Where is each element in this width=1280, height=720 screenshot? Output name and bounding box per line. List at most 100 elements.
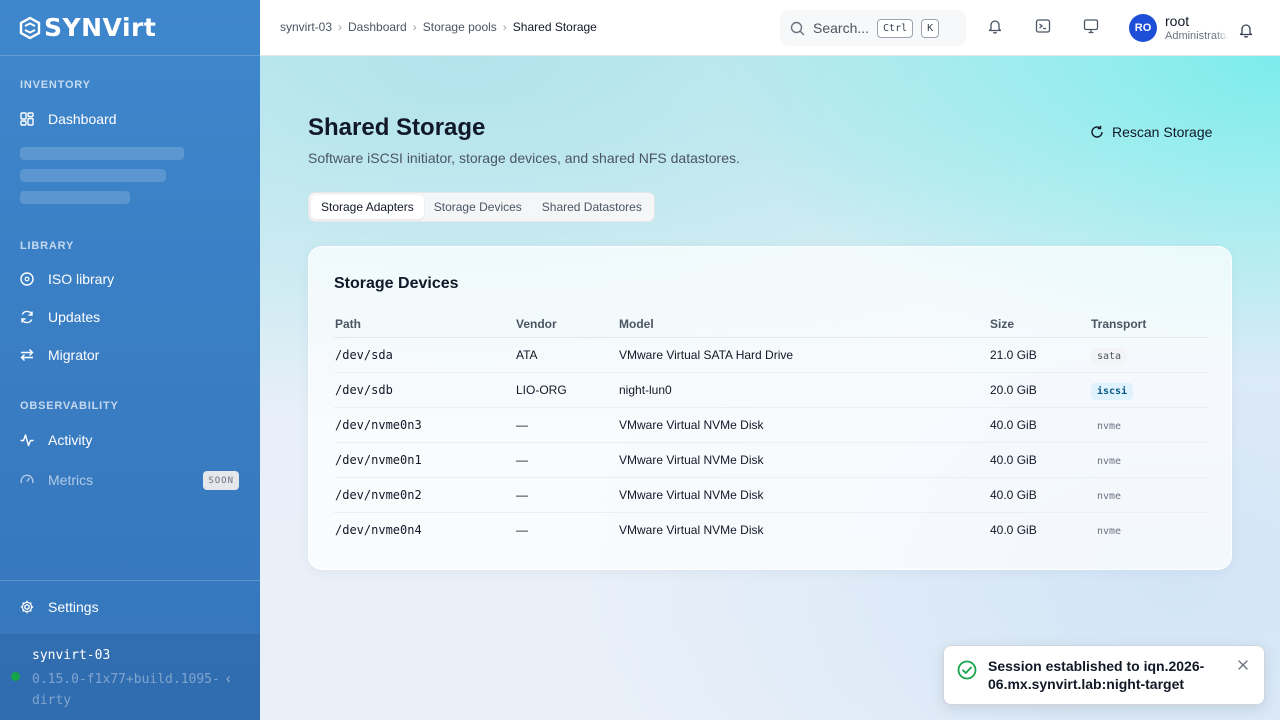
device-size: 40.0 GiB [990,522,1037,537]
device-transport-cell: nvme [1090,477,1208,513]
page-subtitle: Software iSCSI initiator, storage device… [308,150,740,166]
section-label-observability: OBSERVABILITY [20,400,119,412]
sidebar-item-settings[interactable]: Settings [8,589,252,625]
breadcrumb: synvirt-03 › Dashboard › Storage pools ›… [280,20,597,34]
avatar[interactable]: RO [1129,14,1157,42]
column-header-model: Model [618,311,989,338]
breadcrumb-separator: › [502,20,507,34]
rescan-storage-button[interactable]: Rescan Storage [1090,120,1212,144]
loading-skeleton [20,191,130,204]
host-name: synvirt-03 [32,648,111,663]
section-label-inventory: INVENTORY [20,79,91,91]
device-path: /dev/nvme0n1 [334,442,515,478]
divider [0,580,260,581]
sidebar-item-label: Activity [48,432,93,448]
search-input[interactable]: Search... Ctrl K [780,10,966,46]
topbar: synvirt-03 › Dashboard › Storage pools ›… [260,0,1280,56]
table-row[interactable]: /dev/nvme0n1 — VMware Virtual NVMe Disk … [334,442,1208,478]
tab-storage-devices[interactable]: Storage Devices [424,195,532,219]
collapse-chevron-icon[interactable]: ‹ [226,670,231,686]
breadcrumb-host[interactable]: synvirt-03 [280,20,332,34]
device-transport-cell: nvme [1090,442,1208,478]
soon-badge: SOON [203,470,239,490]
table-row[interactable]: /dev/nvme0n3 — VMware Virtual NVMe Disk … [334,407,1208,443]
device-path: /dev/sda [334,337,515,373]
monitor-icon [1083,19,1099,34]
bell-icon [1239,24,1253,38]
sidebar-item-label: Dashboard [48,111,117,127]
sidebar: SYNVirt INVENTORY Dashboard LIBRARY ISO … [0,0,260,720]
device-size: 21.0 GiB [989,337,1090,373]
column-header-vendor: Vendor [515,311,618,338]
column-header-transport: Transport [1090,311,1208,338]
terminal-button[interactable] [1035,18,1051,39]
device-vendor: — [515,477,618,513]
sidebar-item-dashboard[interactable]: Dashboard [8,101,252,137]
breadcrumb-separator: › [338,20,343,34]
sidebar-item-updates[interactable]: Updates [8,299,252,335]
host-version: 0.15.0-f1x77+build.1095-dirty [32,672,220,708]
console-button[interactable] [1083,18,1099,39]
sidebar-item-label: Migrator [48,347,100,363]
storage-devices-table: Path Vendor Model Size Transport /dev/sd… [334,311,1208,547]
tab-bar: Storage Adapters Storage Devices Shared … [308,192,655,222]
device-vendor: ATA [515,337,618,373]
user-role: Administrator [1165,30,1230,42]
device-path: /dev/nvme0n3 [334,407,515,443]
device-model: VMware Virtual NVMe Disk [618,407,989,443]
device-vendor: — [515,407,618,443]
device-model: VMware Virtual SATA Hard Drive [618,337,989,373]
device-vendor: — [516,522,528,537]
dashboard-icon [20,112,34,126]
tab-shared-datastores[interactable]: Shared Datastores [532,195,652,219]
sidebar-item-iso-library[interactable]: ISO library [8,261,252,297]
device-vendor: — [515,442,618,478]
sidebar-item-label: ISO library [48,271,115,287]
close-icon[interactable] [1237,659,1249,671]
host-status-dot [11,672,20,681]
alerts-button[interactable] [1226,10,1266,50]
kbd-ctrl: Ctrl [877,18,914,38]
tab-storage-adapters[interactable]: Storage Adapters [311,195,424,219]
device-model: VMware Virtual NVMe Disk [619,522,764,537]
sidebar-item-activity[interactable]: Activity [8,422,252,458]
device-size: 40.0 GiB [989,477,1090,513]
search-placeholder: Search... [813,20,870,36]
device-size: 20.0 GiB [989,372,1090,408]
refresh-icon [1091,125,1103,138]
sidebar-item-label: Metrics [48,472,94,488]
device-path: /dev/nvme0n4 [335,522,422,537]
device-size: 40.0 GiB [989,442,1090,478]
sidebar-item-migrator[interactable]: Migrator [8,337,252,373]
kbd-k: K [921,18,940,38]
table-row[interactable]: /dev/sda ATA VMware Virtual SATA Hard Dr… [334,337,1208,373]
transport-badge: iscsi [1091,382,1134,400]
card-title: Storage Devices [334,275,459,292]
sidebar-item-metrics[interactable]: Metrics SOON [8,462,252,498]
sidebar-item-label: Updates [48,309,101,325]
check-circle-icon [957,660,977,680]
activity-icon [20,434,34,447]
loading-skeleton [20,169,166,182]
breadcrumb-current: Shared Storage [512,20,597,34]
logo[interactable]: SYNVirt [0,0,260,56]
gauge-icon [20,474,34,484]
loading-skeleton [20,147,184,160]
breadcrumb-storage-pools[interactable]: Storage pools [423,20,497,34]
disc-icon [20,272,34,286]
transport-badge: nvme [1097,490,1122,502]
table-row[interactable]: /dev/nvme0n2 — VMware Virtual NVMe Disk … [334,477,1208,513]
device-path: /dev/sdb [334,372,515,408]
table-row[interactable]: /dev/sdb LIO-ORG night-lun0 20.0 GiB isc… [334,372,1208,408]
search-icon [790,21,805,35]
refresh-icon [21,310,33,324]
swap-arrows-icon [20,349,34,361]
column-header-size: Size [989,311,1090,338]
device-transport-cell: nvme [1090,407,1208,443]
table-row[interactable]: /dev/nvme0n4 — VMware Virtual NVMe Disk … [334,512,1208,547]
device-vendor: LIO-ORG [515,372,618,408]
notifications-button[interactable] [987,18,1003,39]
column-header-path: Path [334,311,515,338]
user-name[interactable]: root [1165,13,1189,29]
breadcrumb-dashboard[interactable]: Dashboard [348,20,407,34]
